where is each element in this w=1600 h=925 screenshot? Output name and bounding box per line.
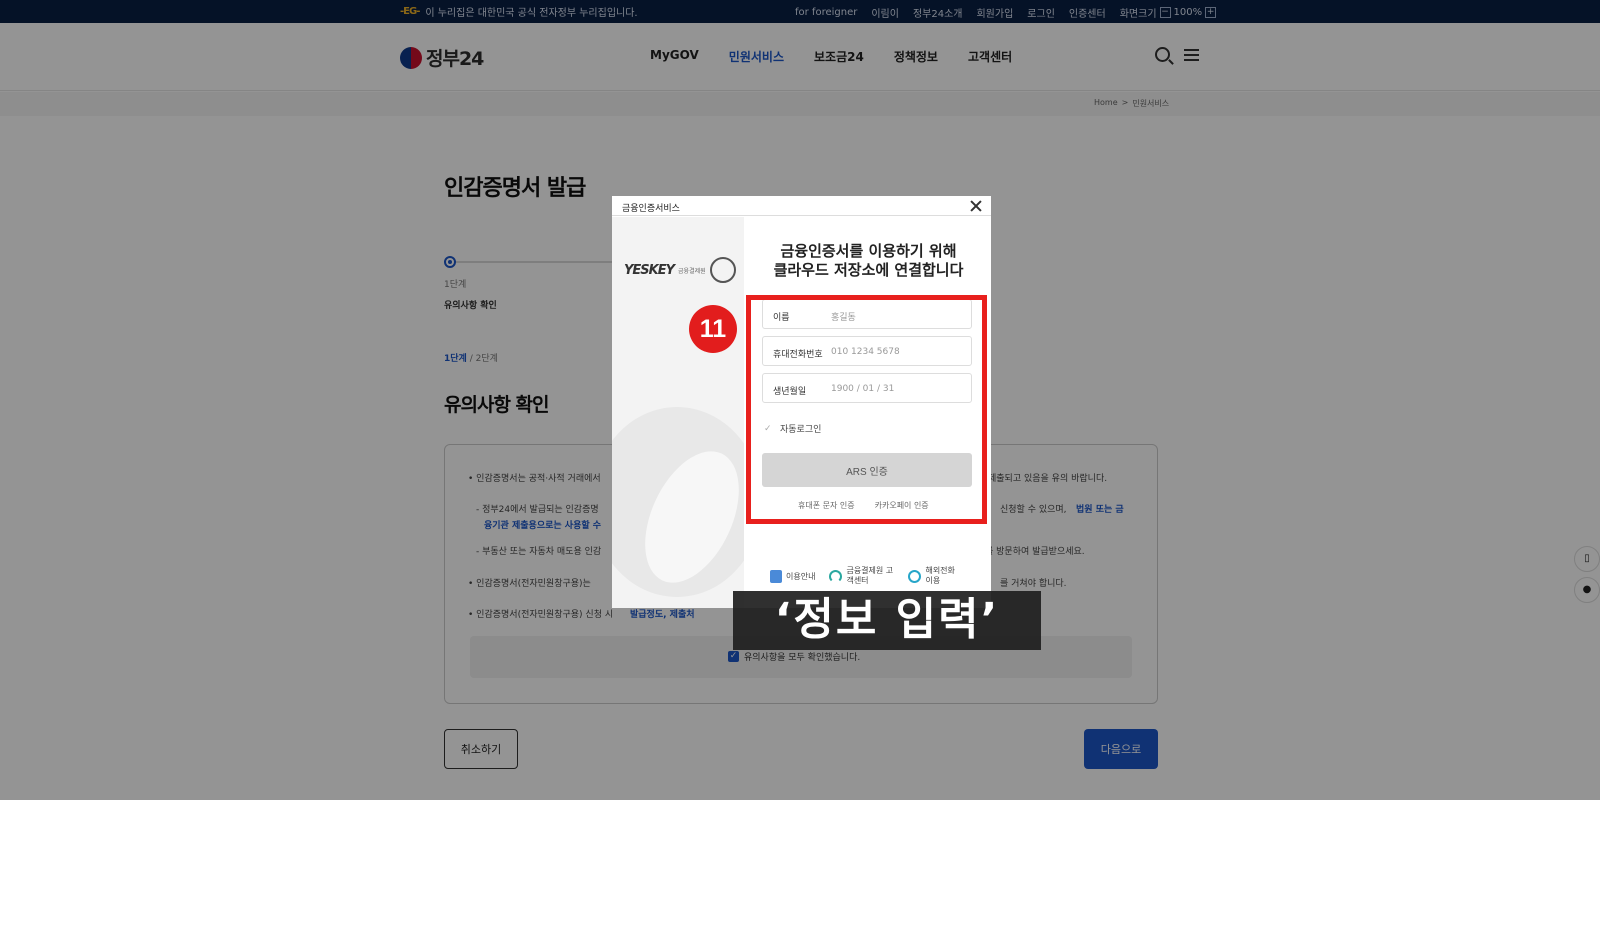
modal-heading-line1: 금융인증서를 이용하기 위해 xyxy=(780,242,957,260)
modal-brand-panel: YESKEY 금융결제원 xyxy=(612,217,744,608)
globe-icon xyxy=(908,569,922,583)
overseas-call-label: 해외전화 이용 xyxy=(925,566,955,585)
modal-heading: 금융인증서를 이용하기 위해 클라우드 저장소에 연결합니다 xyxy=(752,242,985,280)
kftc-support-link[interactable]: 금융결제원 고객센터 xyxy=(829,566,894,586)
modal-header: 금융인증서비스 xyxy=(612,196,991,216)
highlight-frame xyxy=(746,295,987,524)
kftc-badge-icon xyxy=(709,257,736,283)
modal-heading-line2: 클라우드 저장소에 연결합니다 xyxy=(773,261,964,279)
guide-label: 이용안내 xyxy=(786,571,816,581)
kftc-support-label: 금융결제원 고객센터 xyxy=(846,566,894,585)
modal-title: 금융인증서비스 xyxy=(622,204,680,214)
step-badge: 11 xyxy=(689,305,737,353)
headset-icon xyxy=(829,569,843,583)
overseas-call-link[interactable]: 해외전화 이용 xyxy=(908,566,959,586)
close-icon[interactable] xyxy=(969,199,983,213)
yeskey-text: YESKEY xyxy=(624,262,675,278)
app-window: -EG- 이 누리집은 대한민국 공식 전자정부 누리집입니다. for for… xyxy=(0,0,1600,800)
yeskey-sub: 금융결제원 xyxy=(678,267,706,275)
tutorial-caption: ‘정보 입력’ xyxy=(733,591,1041,650)
guide-link[interactable]: 이용안내 xyxy=(770,569,816,583)
modal-footer-links: 이용안내 금융결제원 고객센터 해외전화 이용 xyxy=(770,566,959,586)
yeskey-logo: YESKEY 금융결제원 xyxy=(624,257,736,283)
document-icon xyxy=(770,569,782,583)
